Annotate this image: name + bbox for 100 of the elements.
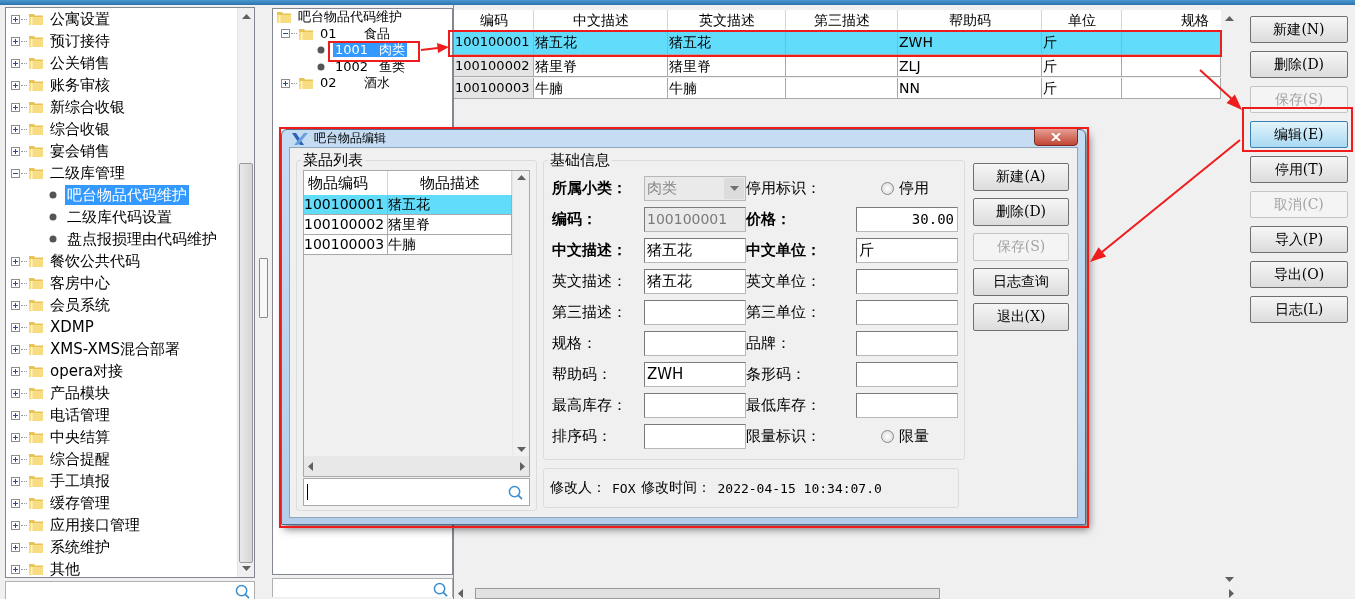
toolbar-button[interactable]: 日志(L) — [1250, 296, 1348, 323]
scrollbar[interactable] — [304, 456, 529, 476]
search-icon[interactable] — [433, 582, 448, 597]
tree-item[interactable]: 吧台物品代码维护 — [296, 10, 404, 25]
input-field[interactable] — [856, 393, 958, 418]
expand-button[interactable] — [11, 454, 20, 464]
column-header[interactable]: 帮助码 — [898, 10, 1042, 31]
tree-item[interactable]: 中央结算 — [48, 427, 112, 447]
expand-button[interactable] — [11, 410, 20, 420]
expand-button[interactable] — [11, 322, 20, 332]
scrollbar-thumb[interactable] — [239, 162, 253, 563]
tree-item[interactable]: 公寓设置 — [48, 9, 112, 29]
table-row[interactable]: 100100002 猪里脊 猪里脊 ZLJ 斤 — [454, 56, 1221, 77]
expand-button[interactable] — [11, 58, 20, 68]
tree-item[interactable]: XDMP — [48, 317, 96, 337]
dialog-button[interactable]: 日志查询 — [973, 268, 1069, 296]
input-field[interactable] — [644, 424, 746, 449]
tree-item[interactable]: 其他 — [48, 559, 82, 577]
list-row[interactable]: 100100001 猪五花 — [304, 195, 512, 215]
column-header[interactable]: 规格 — [1122, 10, 1221, 31]
tree-item[interactable]: 01 食品 — [318, 26, 393, 41]
tree-item[interactable]: 手工填报 — [48, 471, 112, 491]
expand-button[interactable] — [11, 520, 20, 530]
radio-button[interactable] — [881, 182, 894, 195]
scroll-down-icon[interactable] — [241, 566, 251, 571]
input-field[interactable] — [856, 331, 958, 356]
input-field[interactable] — [644, 300, 746, 325]
column-header[interactable]: 编码 — [454, 10, 534, 31]
input-field[interactable]: 猪五花 — [644, 269, 746, 294]
expand-button[interactable] — [11, 146, 20, 156]
column-header[interactable]: 单位 — [1042, 10, 1122, 31]
tree-item[interactable]: 客房中心 — [48, 273, 112, 293]
tree-item[interactable]: 产品模块 — [48, 383, 112, 403]
list-row[interactable]: 100100002 猪里脊 — [304, 215, 512, 235]
input-field[interactable] — [856, 300, 958, 325]
collapse-button[interactable] — [11, 168, 20, 178]
toolbar-button[interactable]: 新建(N) — [1250, 16, 1348, 43]
expand-button[interactable] — [11, 388, 20, 398]
input-field[interactable]: ZWH — [644, 362, 746, 387]
splitter-handle[interactable] — [259, 258, 268, 318]
table-row[interactable]: 100100001 猪五花 猪五花 ZWH 斤 — [454, 32, 1221, 55]
radio-label[interactable]: 限量 — [899, 427, 929, 446]
input-field[interactable] — [644, 331, 746, 356]
radio-label[interactable]: 停用 — [899, 179, 929, 198]
collapse-button[interactable] — [281, 29, 290, 39]
scrollbar-thumb[interactable] — [475, 588, 940, 599]
tree-item[interactable]: 02 酒水 — [318, 76, 393, 91]
input-field[interactable] — [856, 269, 958, 294]
expand-button[interactable] — [11, 476, 20, 486]
expand-button[interactable] — [11, 344, 20, 354]
scroll-down-icon[interactable] — [516, 447, 526, 452]
column-header[interactable]: 英文描述 — [668, 10, 786, 31]
search-field[interactable] — [303, 478, 530, 506]
expand-button[interactable] — [11, 498, 20, 508]
table-row[interactable]: 100100003 牛腩 牛腩 NN 斤 — [454, 78, 1221, 99]
tree-item[interactable]: 公关销售 — [48, 53, 112, 73]
toolbar-button[interactable]: 停用(T) — [1250, 156, 1348, 183]
tree-item[interactable]: 新综合收银 — [48, 97, 127, 117]
scroll-left-icon[interactable] — [308, 461, 313, 471]
expand-button[interactable] — [11, 432, 20, 442]
expand-button[interactable] — [281, 78, 290, 88]
search-icon[interactable] — [235, 584, 250, 599]
scroll-right-icon[interactable] — [1229, 589, 1234, 598]
tree-item[interactable]: 综合收银 — [48, 119, 112, 139]
scroll-up-icon[interactable] — [241, 14, 251, 19]
expand-button[interactable] — [11, 124, 20, 134]
column-header[interactable]: 第三描述 — [786, 10, 898, 31]
tree-item[interactable]: 宴会销售 — [48, 141, 112, 161]
toolbar-button[interactable]: 编辑(E) — [1250, 121, 1348, 148]
expand-button[interactable] — [11, 14, 20, 24]
expand-button[interactable] — [11, 256, 20, 266]
expand-button[interactable] — [11, 278, 20, 288]
toolbar-button[interactable]: 导出(O) — [1250, 261, 1348, 288]
tree-item[interactable]: 应用接口管理 — [48, 515, 142, 535]
expand-button[interactable] — [11, 366, 20, 376]
list-row[interactable]: 100100003 牛腩 — [304, 235, 512, 255]
expand-button[interactable] — [11, 80, 20, 90]
scrollbar[interactable] — [512, 171, 529, 456]
expand-button[interactable] — [11, 542, 20, 552]
input-field[interactable]: 30.00 — [856, 207, 958, 232]
search-icon[interactable] — [508, 484, 523, 500]
input-field[interactable]: 斤 — [856, 238, 958, 263]
scroll-left-icon[interactable] — [458, 589, 463, 598]
tree-item[interactable]: opera对接 — [48, 361, 126, 381]
tree-item[interactable]: 综合提醒 — [48, 449, 112, 469]
search-field[interactable] — [5, 581, 255, 599]
expand-button[interactable] — [11, 564, 20, 574]
tree-item[interactable]: 二级库代码设置 — [65, 207, 174, 227]
scroll-right-icon[interactable] — [520, 461, 525, 471]
tree-item[interactable]: 会员系统 — [48, 295, 112, 315]
toolbar-button[interactable]: 导入(P) — [1250, 226, 1348, 253]
scroll-up-icon[interactable] — [516, 175, 526, 180]
tree-item[interactable]: 预订接待 — [48, 31, 112, 51]
radio-button[interactable] — [881, 430, 894, 443]
dialog-button[interactable]: 删除(D) — [973, 198, 1069, 226]
tree-item[interactable]: 电话管理 — [48, 405, 112, 425]
tree-item[interactable]: 缓存管理 — [48, 493, 112, 513]
expand-button[interactable] — [11, 36, 20, 46]
expand-button[interactable] — [11, 300, 20, 310]
tree-item[interactable]: 二级库管理 — [48, 163, 127, 183]
